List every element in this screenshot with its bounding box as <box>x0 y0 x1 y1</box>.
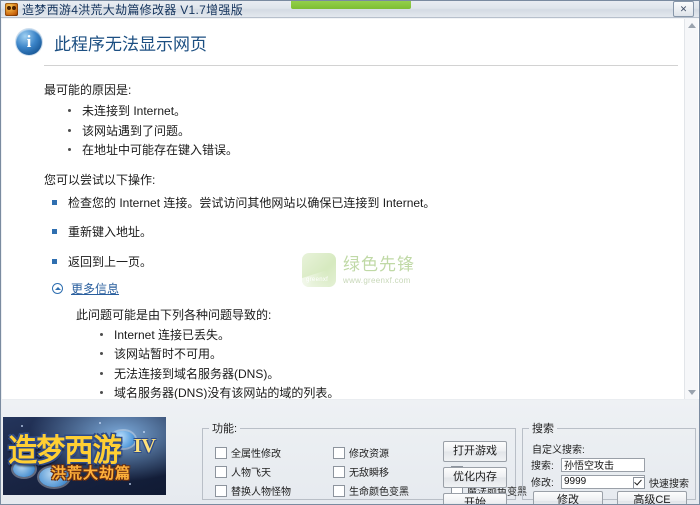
function-buttons: 打开游戏 优化内存 开始 <box>443 441 507 504</box>
checkbox-box[interactable] <box>333 465 345 478</box>
checkbox-box[interactable] <box>215 446 227 459</box>
info-icon: i <box>16 29 42 55</box>
scroll-up-icon[interactable] <box>688 23 696 28</box>
list-item: 域名服务器(DNS)没有该网站的域的列表。 <box>100 385 680 399</box>
window-title: 造梦西游4洪荒大劫篇修改器 V1.7增强版 <box>22 2 243 17</box>
causes-label: 最可能的原因是: <box>44 83 132 97</box>
search-input[interactable] <box>561 457 645 472</box>
search-row: 搜索: <box>531 457 645 472</box>
control-panel: 造梦西游 IV 洪荒大劫篇 功能: 全属性修改 修改资源 无限连击 人物飞天 无… <box>2 400 699 504</box>
optimize-memory-button[interactable]: 优化内存 <box>443 467 507 488</box>
scroll-down-icon[interactable] <box>688 390 696 395</box>
vertical-scrollbar[interactable] <box>684 19 698 399</box>
game-logo: 造梦西游 IV 洪荒大劫篇 <box>3 417 166 495</box>
error-heading: 此程序无法显示网页 <box>54 34 207 54</box>
checkbox-all-attributes[interactable]: 全属性修改 <box>215 443 283 462</box>
watermark: greenxf 绿色先锋 www.greenxf.com <box>302 253 415 287</box>
checkbox-box[interactable] <box>215 465 227 478</box>
detail-label: 此问题可能是由下列各种问题导致的: <box>76 307 272 322</box>
modify-field-label: 修改: <box>531 478 554 489</box>
checkbox-label: 人物飞天 <box>231 468 271 479</box>
checkbox-box[interactable] <box>633 476 645 489</box>
search-field-label: 搜索: <box>531 461 554 472</box>
watermark-text: 绿色先锋 www.greenxf.com <box>343 256 415 285</box>
checkbox-replace-character[interactable]: 替换人物怪物 <box>215 481 291 500</box>
checkbox-box[interactable] <box>333 484 345 497</box>
list-item: Internet 连接已丢失。 <box>100 327 680 346</box>
checkbox-box[interactable] <box>333 446 345 459</box>
list-item: 该网站暂时不可用。 <box>100 346 680 365</box>
game-logo-numeral: IV <box>133 435 156 457</box>
detail-list: Internet 连接已丢失。 该网站暂时不可用。 无法连接到域名服务器(DNS… <box>76 327 680 399</box>
watermark-badge-text: greenxf <box>306 277 329 283</box>
window-controls: ✕ <box>673 1 697 17</box>
advanced-ce-button[interactable]: 高级CE <box>617 491 687 504</box>
checkbox-label: 生命颜色变黑 <box>349 487 409 498</box>
search-group: 搜索 自定义搜索: 搜索: 修改: 快速搜索 修改 高级CE <box>522 420 696 504</box>
checkbox-label: 修改资源 <box>349 449 389 460</box>
actions-label: 您可以尝试以下操作: <box>44 172 156 187</box>
list-item: 无法连接到域名服务器(DNS)。 <box>100 366 680 385</box>
checkbox-invincible-teleport[interactable]: 无敌瞬移 <box>333 462 401 481</box>
checkbox-fast-search[interactable]: 快速搜索 <box>633 475 689 490</box>
modify-button[interactable]: 修改 <box>533 491 603 504</box>
monkey-icon <box>5 2 18 16</box>
list-item: 重新键入地址。 <box>50 224 680 253</box>
checkbox-label: 无敌瞬移 <box>349 468 389 479</box>
watermark-name: 绿色先锋 <box>343 254 415 274</box>
chevron-up-icon <box>52 283 63 295</box>
close-button[interactable]: ✕ <box>673 1 694 17</box>
checkbox-character-fly[interactable]: 人物飞天 <box>215 462 283 481</box>
modify-row: 修改: <box>531 474 645 489</box>
list-item: 检查您的 Internet 连接。尝试访问其他网站以确保已连接到 Interne… <box>50 195 680 224</box>
checkbox-box[interactable] <box>215 484 227 497</box>
green-accent-bar <box>291 1 411 9</box>
error-header: i 此程序无法显示网页 <box>2 19 699 55</box>
list-item: 在地址中可能存在键入错误。 <box>68 142 680 161</box>
function-group-legend: 功能: <box>212 423 238 435</box>
search-group-legend: 搜索 <box>532 423 554 435</box>
start-button[interactable]: 开始 <box>443 493 507 504</box>
causes-list: 未连接到 Internet。 该网站遇到了问题。 在地址中可能存在键入错误。 <box>44 103 680 161</box>
list-item: 该网站遇到了问题。 <box>68 123 680 142</box>
watermark-logo-icon: greenxf <box>302 253 336 287</box>
checkbox-hp-color-black[interactable]: 生命颜色变黑 <box>333 481 409 500</box>
application-window: 造梦西游4洪荒大劫篇修改器 V1.7增强版 ✕ i 此程序无法显示网页 最可能的… <box>0 0 700 505</box>
search-buttons: 修改 高级CE <box>533 491 687 504</box>
info-icon-glyph: i <box>26 32 32 51</box>
list-item: 未连接到 Internet。 <box>68 103 680 122</box>
detail-block: 此问题可能是由下列各种问题导致的: Internet 连接已丢失。 该网站暂时不… <box>44 299 680 399</box>
more-info-label[interactable]: 更多信息 <box>71 282 119 296</box>
checkbox-label: 快速搜索 <box>649 479 689 490</box>
custom-search-label: 自定义搜索: <box>532 445 585 456</box>
watermark-url: www.greenxf.com <box>343 275 411 285</box>
error-body: 最可能的原因是: 未连接到 Internet。 该网站遇到了问题。 在地址中可能… <box>2 66 699 399</box>
checkbox-label: 替换人物怪物 <box>231 487 291 498</box>
error-page-content: i 此程序无法显示网页 最可能的原因是: 未连接到 Internet。 该网站遇… <box>2 19 699 399</box>
checkbox-modify-resources[interactable]: 修改资源 <box>333 443 401 462</box>
checkbox-label: 全属性修改 <box>231 449 281 460</box>
open-game-button[interactable]: 打开游戏 <box>443 441 507 462</box>
game-logo-subtitle: 洪荒大劫篇 <box>51 465 132 482</box>
function-group: 功能: 全属性修改 修改资源 无限连击 人物飞天 无敌瞬移 鼠标攻击 替换人物怪… <box>202 420 527 504</box>
